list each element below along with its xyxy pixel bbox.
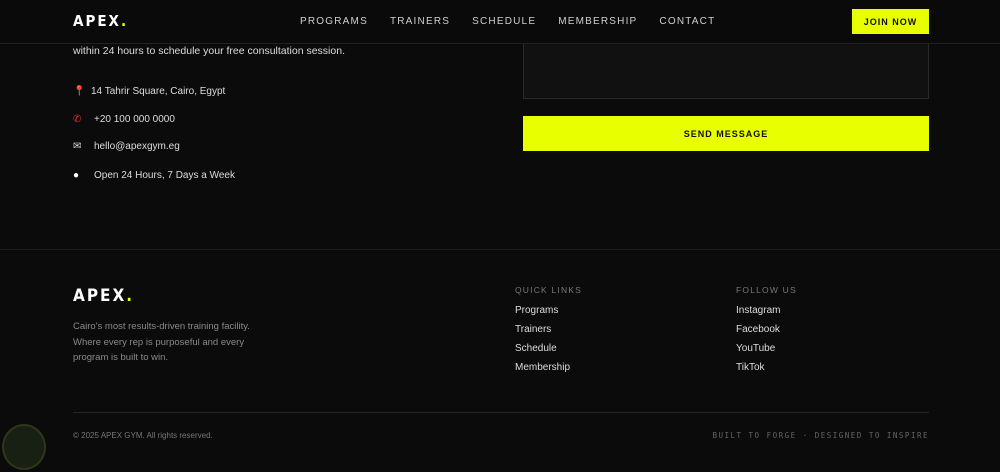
phone-text: +20 100 000 0000 (94, 114, 175, 125)
contact-address: 📍 14 Tahrir Square, Cairo, Egypt (73, 86, 225, 97)
footer-link-trainers[interactable]: Trainers (515, 324, 582, 335)
footer-logo-text: APEX (73, 286, 127, 306)
logo-text: APEX (73, 12, 121, 30)
address-text: 14 Tahrir Square, Cairo, Egypt (91, 86, 226, 97)
social-facebook[interactable]: Facebook (736, 324, 797, 335)
footer-link-schedule[interactable]: Schedule (515, 343, 582, 354)
shield-badge-icon (2, 424, 46, 470)
logo-dot: . (120, 12, 129, 30)
copyright: © 2025 APEX GYM. All rights reserved. (73, 431, 213, 440)
follow-us-title: FOLLOW US (736, 285, 797, 295)
nav-schedule[interactable]: SCHEDULE (472, 16, 536, 27)
map-pin-icon: 📍 (73, 86, 86, 97)
footer-logo[interactable]: APEX. (73, 286, 134, 306)
nav-trainers[interactable]: TRAINERS (390, 16, 450, 27)
contact-phone: ✆ +20 100 000 0000 (73, 114, 175, 125)
mail-icon: ✉ (73, 141, 82, 152)
footer-motto: BUILT TO FORGE · DESIGNED TO INSPIRE (712, 431, 929, 440)
follow-us: FOLLOW US Instagram Facebook YouTube Tik… (736, 285, 797, 381)
email-text: hello@apexgym.eg (94, 141, 180, 152)
join-now-button[interactable]: JOIN NOW (852, 9, 929, 34)
logo[interactable]: APEX. (73, 12, 128, 30)
footer-link-programs[interactable]: Programs (515, 305, 582, 316)
footer-logo-dot: . (126, 286, 135, 306)
quick-links: QUICK LINKS Programs Trainers Schedule M… (515, 285, 582, 381)
contact-hours: ● Open 24 Hours, 7 Days a Week (73, 170, 235, 181)
contact-intro: within 24 hours to schedule your free co… (73, 45, 345, 57)
social-instagram[interactable]: Instagram (736, 305, 797, 316)
footer-link-membership[interactable]: Membership (515, 362, 582, 373)
phone-icon: ✆ (73, 114, 82, 125)
contact-email: ✉ hello@apexgym.eg (73, 141, 180, 152)
nav-contact[interactable]: CONTACT (659, 16, 715, 27)
section-divider (0, 249, 1000, 250)
footer-rule (73, 412, 929, 413)
social-youtube[interactable]: YouTube (736, 343, 797, 354)
nav-programs[interactable]: PROGRAMS (300, 16, 368, 27)
quick-links-title: QUICK LINKS (515, 285, 583, 295)
footer-tagline: Cairo's most results-driven training fac… (73, 321, 250, 363)
hours-text: Open 24 Hours, 7 Days a Week (94, 170, 235, 181)
send-message-button[interactable]: SEND MESSAGE (523, 116, 929, 151)
social-tiktok[interactable]: TikTok (736, 362, 797, 373)
top-nav: APEX. PROGRAMS TRAINERS SCHEDULE MEMBERS… (0, 0, 1000, 44)
nav-membership[interactable]: MEMBERSHIP (558, 16, 637, 27)
clock-icon: ● (73, 170, 80, 181)
